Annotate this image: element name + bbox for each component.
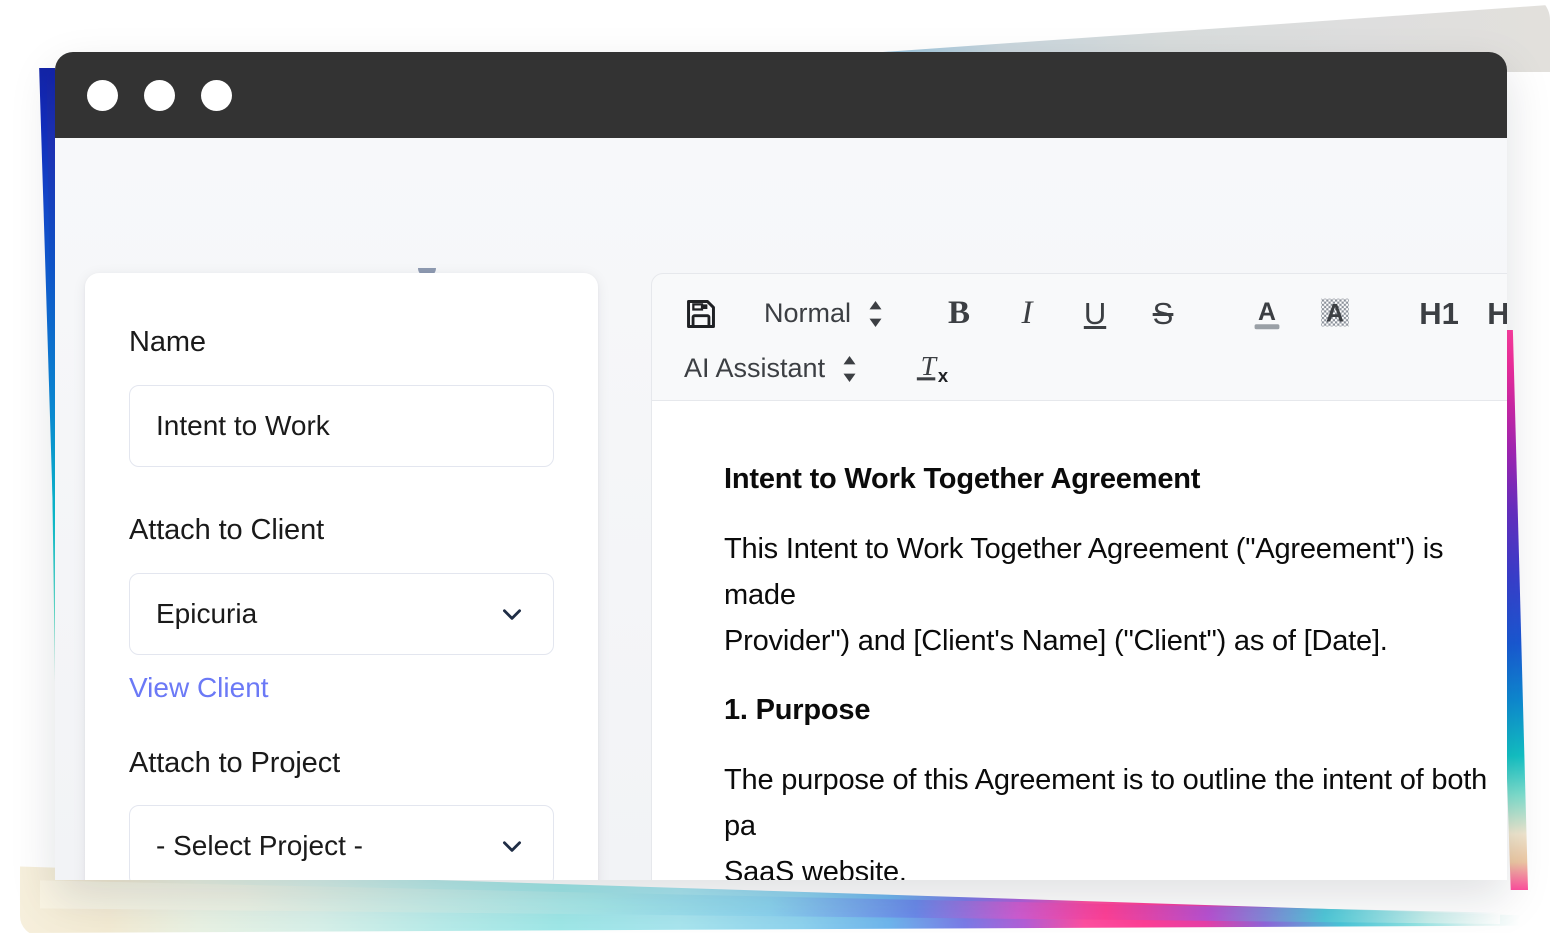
name-field-label: Name — [129, 326, 206, 358]
editor-toolbar-row-primary: Normal B I U S A A H1 — [652, 286, 1507, 341]
window-titlebar — [55, 52, 1507, 138]
name-input-wrapper[interactable]: Intent to Work — [129, 384, 554, 467]
window-maximize-button[interactable] — [201, 79, 232, 111]
ai-assistant-select[interactable]: AI Assistant — [684, 353, 858, 384]
heading-1-label: H1 — [1419, 295, 1459, 331]
bold-button[interactable]: B — [930, 290, 988, 338]
document-editing-surface[interactable]: Intent to Work Together Agreement This I… — [651, 401, 1507, 880]
save-button[interactable] — [684, 297, 718, 331]
chevron-down-icon — [503, 841, 521, 853]
text-color-button[interactable]: A — [1238, 290, 1296, 338]
svg-text:A: A — [1326, 300, 1344, 327]
floppy-disk-save-icon — [687, 299, 715, 328]
svg-text:T: T — [921, 350, 939, 381]
stepper-updown-icon — [843, 355, 856, 382]
document-settings-form-card: Name Intent to Work Attach to Client Epi… — [85, 273, 598, 880]
block-format-value: Normal — [764, 298, 852, 328]
svg-text:x: x — [938, 365, 949, 386]
form-field-attach-to-client: Attach to Client Epicuria View Client — [129, 513, 554, 704]
editor-toolbar: Normal B I U S A A H1 AI Assistant T x — [651, 273, 1507, 401]
window-content-area: Name Intent to Work Attach to Client Epi… — [55, 138, 1507, 880]
strikethrough-button[interactable]: S — [1134, 290, 1192, 338]
form-field-attach-to-project: Attach to Project - Select Project - — [129, 746, 554, 880]
editor-toolbar-row-secondary: AI Assistant T x — [652, 341, 1507, 396]
attach-to-project-label: Attach to Project — [129, 746, 341, 779]
screenshot-stage: Name Intent to Work Attach to Client Epi… — [0, 0, 1558, 933]
heading-2-button[interactable]: H2 — [1478, 290, 1507, 338]
form-field-name: Name Intent to Work — [129, 325, 554, 467]
text-highlight-icon: A — [1321, 298, 1349, 327]
svg-text:A: A — [1258, 298, 1276, 325]
clear-formatting-icon: T x — [916, 350, 949, 386]
ai-assistant-value: AI Assistant — [684, 353, 826, 383]
attach-to-project-select[interactable]: - Select Project - — [129, 805, 554, 880]
document-heading: 1. Purpose — [724, 694, 871, 727]
attach-to-client-label: Attach to Client — [129, 513, 325, 546]
clear-formatting-button[interactable]: T x — [904, 345, 962, 393]
rich-text-editor-panel: Normal B I U S A A H1 AI Assistant T x I… — [651, 273, 1507, 880]
view-client-link[interactable]: View Client — [129, 672, 269, 704]
italic-button[interactable]: I — [998, 290, 1056, 338]
font-color-icon: A — [1254, 298, 1280, 329]
document-paragraph: This Intent to Work Together Agreement (… — [724, 533, 1444, 657]
app-window: Name Intent to Work Attach to Client Epi… — [55, 52, 1507, 880]
attach-to-client-selected-value: Epicuria — [156, 597, 258, 629]
highlight-color-button[interactable]: A — [1306, 290, 1364, 338]
underline-button[interactable]: U — [1066, 290, 1124, 338]
window-close-button[interactable] — [87, 79, 118, 111]
stepper-updown-icon — [869, 300, 882, 327]
document-heading: Intent to Work Together Agreement — [724, 463, 1201, 495]
attach-to-client-select[interactable]: Epicuria — [129, 572, 554, 655]
attach-to-project-selected-value: - Select Project - — [156, 830, 363, 862]
heading-1-button[interactable]: H1 — [1410, 290, 1468, 338]
chevron-down-icon — [503, 608, 521, 620]
name-input[interactable]: Intent to Work — [156, 410, 330, 442]
heading-2-label: H2 — [1487, 296, 1507, 332]
block-format-select[interactable]: Normal — [764, 298, 884, 329]
window-minimize-button[interactable] — [144, 79, 175, 111]
document-paragraph: The purpose of this Agreement is to outl… — [724, 764, 1488, 880]
